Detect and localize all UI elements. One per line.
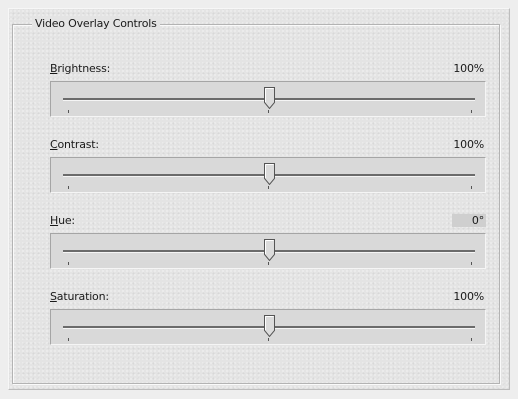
slider-tick bbox=[471, 186, 472, 189]
hue-label: Hue: bbox=[50, 214, 75, 227]
brightness-value: 100% bbox=[453, 62, 484, 75]
contrast-label: Contrast: bbox=[50, 138, 99, 151]
contrast-slider-thumb[interactable] bbox=[264, 163, 275, 185]
hue-value: 0° bbox=[452, 214, 486, 227]
slider-tick bbox=[268, 338, 269, 341]
slider-tick bbox=[68, 262, 69, 265]
contrast-value: 100% bbox=[453, 138, 484, 151]
saturation-value: 100% bbox=[453, 290, 484, 303]
brightness-slider[interactable] bbox=[50, 81, 486, 117]
brightness-label: Brightness: bbox=[50, 62, 111, 75]
group-title: Video Overlay Controls bbox=[32, 17, 160, 30]
slider-tick bbox=[68, 186, 69, 189]
saturation-slider-thumb[interactable] bbox=[264, 315, 275, 337]
saturation-label: Saturation: bbox=[50, 290, 109, 303]
hue-slider-thumb[interactable] bbox=[264, 239, 275, 261]
slider-tick bbox=[471, 262, 472, 265]
contrast-slider[interactable] bbox=[50, 157, 486, 193]
slider-tick bbox=[68, 110, 69, 113]
slider-tick bbox=[471, 110, 472, 113]
saturation-slider[interactable] bbox=[50, 309, 486, 345]
slider-tick bbox=[268, 262, 269, 265]
slider-tick bbox=[471, 338, 472, 341]
hue-slider[interactable] bbox=[50, 233, 486, 269]
slider-tick bbox=[68, 338, 69, 341]
brightness-slider-thumb[interactable] bbox=[264, 87, 275, 109]
slider-tick bbox=[268, 186, 269, 189]
slider-tick bbox=[268, 110, 269, 113]
